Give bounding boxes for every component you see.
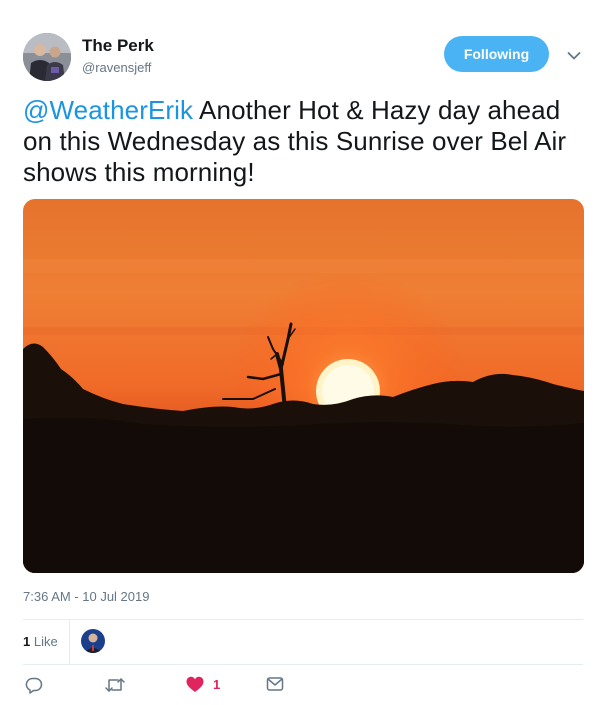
- liker-avatar[interactable]: [81, 629, 105, 653]
- retweet-button[interactable]: [105, 676, 125, 694]
- mention-link[interactable]: @WeatherErik: [23, 95, 193, 125]
- direct-message-button[interactable]: [266, 676, 284, 692]
- author-display-name[interactable]: The Perk: [82, 36, 154, 56]
- likes-row: 1 Like: [23, 620, 583, 664]
- tweet-timestamp[interactable]: 7:36 AM - 10 Jul 2019: [23, 589, 149, 604]
- author-handle[interactable]: @ravensjeff: [82, 60, 151, 75]
- divider: [23, 664, 583, 665]
- heart-icon: [186, 676, 204, 693]
- tweet-photo[interactable]: [23, 199, 584, 573]
- like-count: 1: [213, 677, 221, 692]
- tweet-actions: 1: [23, 674, 583, 702]
- envelope-icon: [266, 676, 284, 692]
- reply-button[interactable]: [25, 676, 43, 694]
- reply-icon: [25, 676, 43, 694]
- like-button[interactable]: 1: [186, 676, 220, 693]
- following-button[interactable]: Following: [444, 36, 549, 72]
- divider: [69, 620, 70, 664]
- retweet-icon: [105, 676, 125, 694]
- tweet-text: @WeatherErik Another Hot & Hazy day ahea…: [23, 95, 583, 188]
- author-avatar[interactable]: [23, 33, 71, 81]
- likes-count[interactable]: 1 Like: [23, 634, 58, 649]
- tweet-card: The Perk @ravensjeff Following @WeatherE…: [0, 0, 596, 705]
- chevron-down-icon[interactable]: [564, 46, 584, 66]
- likes-label: Like: [30, 634, 58, 649]
